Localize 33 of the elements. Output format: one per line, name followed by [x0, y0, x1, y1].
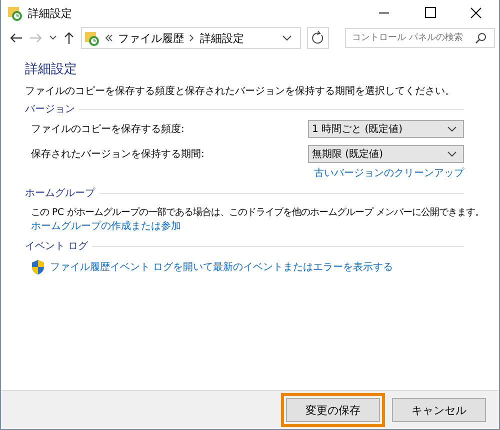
double-chevron-icon	[105, 34, 113, 42]
link[interactable]: 古いバージョンのクリーンアップ	[314, 168, 464, 179]
breadcrumb[interactable]: ファイル履歴	[118, 30, 184, 46]
page-heading: 詳細設定	[25, 61, 78, 78]
caret-icon	[447, 126, 457, 132]
caret-icon[interactable]	[49, 35, 57, 41]
button[interactable]: 変更の保存	[286, 398, 380, 422]
refresh-icon[interactable]	[307, 27, 329, 49]
app-icon	[7, 5, 23, 21]
window-title: 詳細設定	[28, 6, 73, 20]
dropdown[interactable]: 1 時間ごと (既定値)	[308, 120, 464, 138]
body-text: この PC がホームグループの一部である場合は、このドライブを他のホームグループ メンバーに公開できます。	[31, 206, 484, 219]
setting-label: ファイルのコピーを保存する頻度:	[31, 122, 184, 136]
back-arrow-icon[interactable]	[9, 32, 23, 44]
search-field[interactable]: コントロール パネルの検索	[345, 28, 495, 48]
up-arrow-icon[interactable]	[63, 31, 75, 45]
app-icon	[84, 30, 100, 46]
shield-icon	[31, 259, 45, 275]
link[interactable]: ホームグループの作成または参加	[31, 221, 181, 232]
address-bar[interactable]: ファイル履歴 詳細設定	[81, 27, 301, 49]
breadcrumb[interactable]: 詳細設定	[200, 30, 244, 46]
search-icon	[475, 32, 487, 44]
dropdown[interactable]: 無期限 (既定値)	[308, 145, 464, 163]
button[interactable]: キャンセル	[392, 398, 486, 422]
chevron-icon	[189, 34, 195, 42]
section-title: イベント ログ	[25, 240, 88, 253]
section-title: バージョン	[25, 103, 75, 116]
setting-label: 保存されたバージョンを保持する期間:	[31, 148, 204, 161]
link[interactable]: ファイル履歴イベント ログを開いて最新のイベントまたはエラーを表示する	[50, 260, 394, 274]
description-text: ファイルのコピーを保存する頻度と保存されたバージョンを保持する期間を選択してください。	[25, 84, 456, 98]
caret-icon	[447, 151, 457, 157]
dropdown-caret-icon[interactable]	[282, 35, 292, 41]
section-title: ホームグループ	[25, 186, 95, 200]
